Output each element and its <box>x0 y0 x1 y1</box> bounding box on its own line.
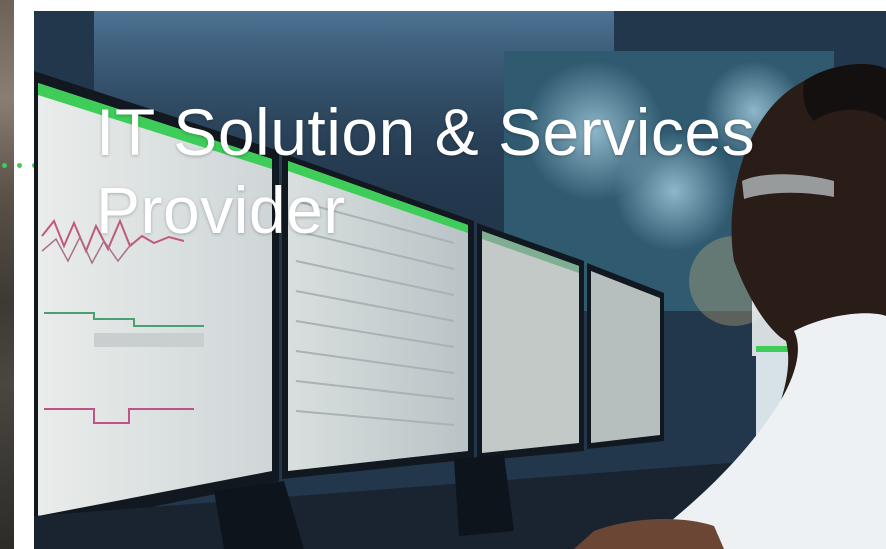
hero-title: IT Solution & Services Provider <box>96 93 755 249</box>
hero-title-line1: IT Solution & Services <box>96 95 756 169</box>
hero-banner: IT Solution & Services Provider <box>34 11 886 549</box>
slide-dots-decoration <box>2 163 38 171</box>
hero-slider: IT Solution & Services Provider <box>0 0 886 549</box>
hero-photo <box>34 11 886 549</box>
hero-title-line2: Provider <box>96 173 346 247</box>
previous-slide-edge[interactable] <box>0 0 14 549</box>
